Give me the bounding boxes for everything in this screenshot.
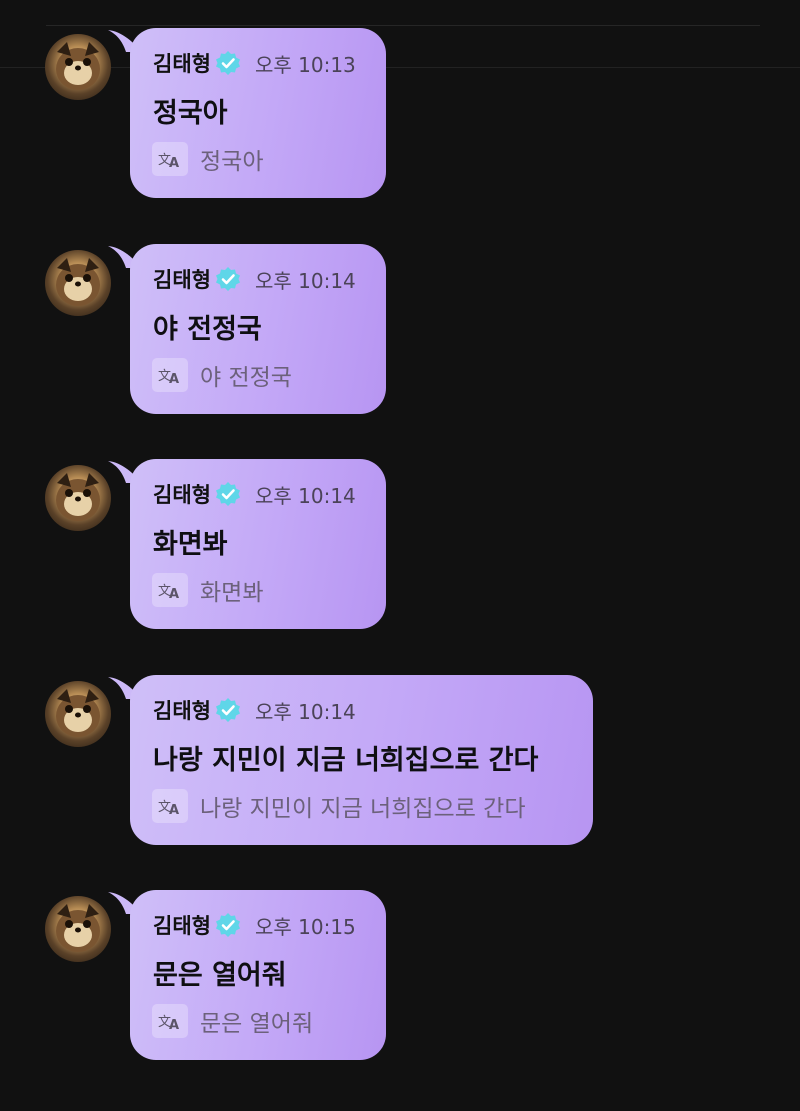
translate-icon[interactable]: 文 A — [152, 573, 188, 607]
avatar[interactable] — [45, 250, 111, 316]
message-meta: 김태형 오후 10:14 — [153, 693, 356, 727]
message-time: 오후 10:14 — [254, 483, 356, 508]
message-meta: 김태형 오후 10:14 — [153, 477, 356, 511]
avatar[interactable] — [45, 465, 111, 531]
message-bubble[interactable]: 김태형 오후 10:14 나랑 지민이 지금 너희집으로 간다 文 A 나랑 지… — [130, 675, 593, 845]
translation-row: 文 A 나랑 지민이 지금 너희집으로 간다 — [152, 788, 525, 824]
message-time: 오후 10:15 — [254, 914, 356, 939]
message-text: 화면봐 — [153, 529, 228, 560]
message-bubble[interactable]: 김태형 오후 10:14 야 전정국 文 A 야 전정국 — [130, 244, 386, 414]
message-time: 오후 10:14 — [254, 268, 356, 293]
translated-text: 정국아 — [200, 149, 264, 175]
message-time: 오후 10:13 — [254, 52, 356, 77]
translate-icon[interactable]: 文 A — [152, 358, 188, 392]
sender-name: 김태형 — [153, 268, 211, 292]
message-bubble[interactable]: 김태형 오후 10:15 문은 열어줘 文 A 문은 열어줘 — [130, 890, 386, 1060]
svg-text:A: A — [169, 587, 179, 601]
message-text: 나랑 지민이 지금 너희집으로 간다 — [153, 745, 539, 776]
svg-text:A: A — [169, 372, 179, 386]
translation-row: 文 A 야 전정국 — [152, 357, 292, 393]
verified-badge-icon — [215, 51, 240, 75]
message-time: 오후 10:14 — [254, 699, 356, 724]
sender-name: 김태형 — [153, 52, 211, 76]
svg-text:A: A — [169, 1018, 179, 1032]
translation-row: 文 A 화면봐 — [152, 572, 263, 608]
svg-text:A: A — [169, 803, 179, 817]
sender-name: 김태형 — [153, 914, 211, 938]
avatar[interactable] — [45, 34, 111, 100]
top-divider — [46, 25, 760, 26]
message-text: 정국아 — [153, 98, 228, 129]
svg-text:A: A — [169, 156, 179, 170]
translation-row: 文 A 정국아 — [152, 141, 263, 177]
avatar[interactable] — [45, 896, 111, 962]
message-meta: 김태형 오후 10:13 — [153, 46, 356, 80]
translated-text: 화면봐 — [200, 580, 264, 606]
message-text: 문은 열어줘 — [153, 960, 287, 991]
verified-badge-icon — [215, 913, 240, 937]
translated-text: 문은 열어줘 — [200, 1011, 314, 1037]
translated-text: 야 전정국 — [200, 365, 292, 391]
message-meta: 김태형 오후 10:14 — [153, 262, 356, 296]
translation-row: 文 A 문은 열어줘 — [152, 1003, 313, 1039]
message-bubble[interactable]: 김태형 오후 10:14 화면봐 文 A 화면봐 — [130, 459, 386, 629]
message-text: 야 전정국 — [153, 314, 262, 345]
sender-name: 김태형 — [153, 483, 211, 507]
avatar[interactable] — [45, 681, 111, 747]
sender-name: 김태형 — [153, 699, 211, 723]
translated-text: 나랑 지민이 지금 너희집으로 간다 — [200, 796, 526, 822]
header-divider — [0, 67, 800, 68]
translate-icon[interactable]: 文 A — [152, 789, 188, 823]
message-meta: 김태형 오후 10:15 — [153, 908, 356, 942]
translate-icon[interactable]: 文 A — [152, 1004, 188, 1038]
message-bubble[interactable]: 김태형 오후 10:13 정국아 文 A 정국아 — [130, 28, 386, 198]
translate-icon[interactable]: 文 A — [152, 142, 188, 176]
verified-badge-icon — [215, 698, 240, 722]
verified-badge-icon — [215, 267, 240, 291]
verified-badge-icon — [215, 482, 240, 506]
